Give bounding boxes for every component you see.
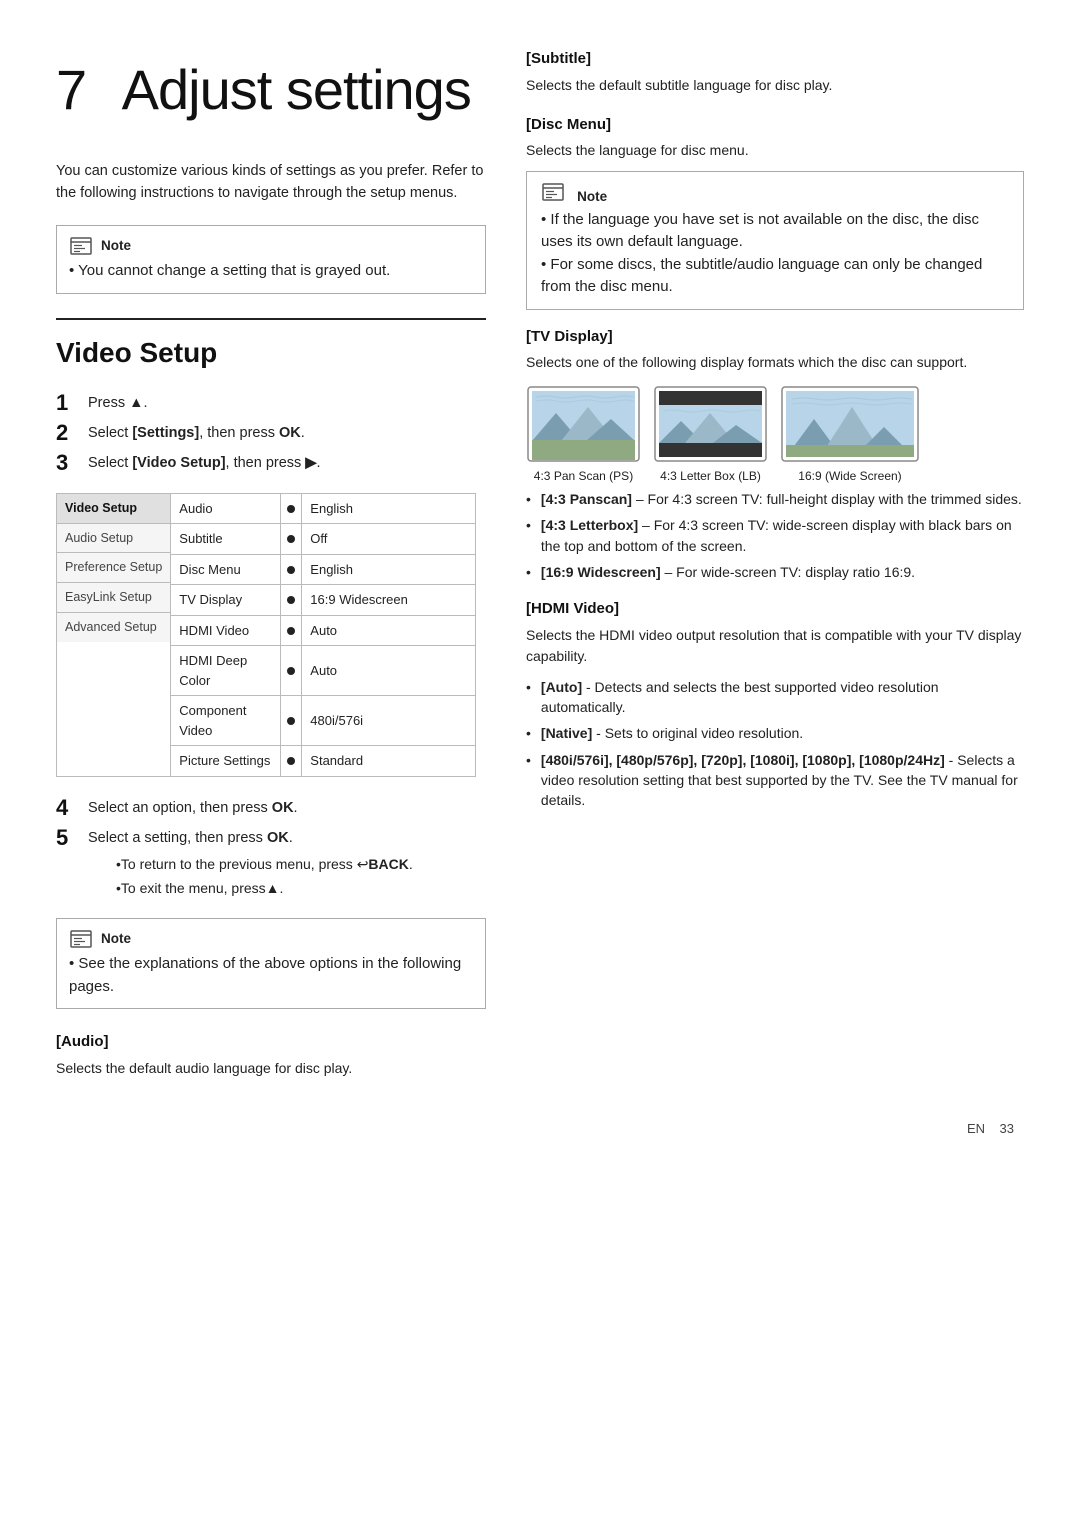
- tv-bullet-letterbox: [4:3 Letterbox] – For 4:3 screen TV: wid…: [526, 515, 1024, 556]
- page-footer: EN 33: [56, 1119, 1024, 1139]
- hdmi-video-desc: Selects the HDMI video output resolution…: [526, 625, 1024, 667]
- step-4: 4 Select an option, then press OK.: [56, 795, 486, 821]
- menu-sidebar-item-video_setup: Video Setup: [57, 494, 170, 524]
- tv-img-wide-screen: 16:9 (Wide Screen): [780, 385, 920, 485]
- hdmi-bullet-auto: [Auto] - Detects and selects the best su…: [526, 677, 1024, 718]
- video-setup-title: Video Setup: [56, 332, 486, 374]
- subtitle-desc: Selects the default subtitle language fo…: [526, 75, 1024, 96]
- hdmi-video-bullets: [Auto] - Detects and selects the best su…: [526, 677, 1024, 811]
- step-5: 5 Select a setting, then press OK. To re…: [56, 825, 486, 902]
- table-cell-dot: [281, 646, 302, 696]
- menu-sidebar-item-easylink_setup: EasyLink Setup: [57, 583, 170, 613]
- note-item: You cannot change a setting that is gray…: [69, 260, 469, 283]
- step-1: 1 Press ▲.: [56, 390, 486, 416]
- audio-heading: [Audio]: [56, 1031, 486, 1054]
- tv-label-pan-scan: 4:3 Pan Scan (PS): [526, 467, 641, 485]
- note-item-2: See the explanations of the above option…: [69, 953, 469, 998]
- hdmi-bullet-native: [Native] - Sets to original video resolu…: [526, 723, 1024, 743]
- subtitle-heading: [Subtitle]: [526, 48, 1024, 71]
- menu-sidebar-item-advanced_setup: Advanced Setup: [57, 613, 170, 642]
- table-cell-value: Standard: [302, 746, 476, 777]
- note-list-disc: If the language you have set is not avai…: [541, 209, 1009, 299]
- table-cell-value: 480i/576i: [302, 696, 476, 746]
- intro-text: You can customize various kinds of setti…: [56, 160, 486, 205]
- sub-steps: To return to the previous menu, press ↩ …: [88, 854, 413, 899]
- note-icon-1: [69, 236, 93, 256]
- tv-display-desc: Selects one of the following display for…: [526, 352, 1024, 373]
- page-title: 7 Adjust settings: [56, 48, 486, 132]
- table-cell-item: Subtitle: [171, 524, 281, 555]
- tv-img-letter-box: 4:3 Letter Box (LB): [653, 385, 768, 485]
- table-cell-value: English: [302, 493, 476, 524]
- disc-menu-desc: Selects the language for disc menu.: [526, 140, 1024, 161]
- note-icon-disc: [541, 182, 565, 202]
- steps-1-3: 1 Press ▲. 2 Select [Settings], then pre…: [56, 390, 486, 477]
- table-cell-item: Picture Settings: [171, 746, 281, 777]
- table-cell-item: Component Video: [171, 696, 281, 746]
- hdmi-video-heading: [HDMI Video]: [526, 598, 1024, 621]
- table-cell-value: Off: [302, 524, 476, 555]
- table-cell-dot: [281, 615, 302, 646]
- note-label-disc: Note: [577, 189, 607, 204]
- table-cell-dot: [281, 493, 302, 524]
- note-label-2: Note: [101, 929, 131, 949]
- table-cell-dot: [281, 524, 302, 555]
- table-cell-value: Auto: [302, 646, 476, 696]
- chapter-number: 7: [56, 58, 86, 121]
- tv-bullet-panscan: [4:3 Panscan] – For 4:3 screen TV: full-…: [526, 489, 1024, 509]
- menu-sidebar-item-audio_setup: Audio Setup: [57, 524, 170, 554]
- note-disc-item-2: For some discs, the subtitle/audio langu…: [541, 254, 1009, 299]
- table-cell-dot: [281, 585, 302, 616]
- audio-desc: Selects the default audio language for d…: [56, 1058, 486, 1079]
- disc-menu-section: [Disc Menu] Selects the language for dis…: [526, 114, 1024, 162]
- settings-table-wrapper: Video SetupAudio SetupPreference SetupEa…: [56, 493, 476, 777]
- menu-sidebar-item-preference_setup: Preference Setup: [57, 553, 170, 583]
- table-cell-dot: [281, 696, 302, 746]
- table-cell-item: TV Display: [171, 585, 281, 616]
- step-2: 2 Select [Settings], then press OK.: [56, 420, 486, 446]
- step-3: 3 Select [Video Setup], then press ▶.: [56, 450, 486, 476]
- table-cell-dot: [281, 746, 302, 777]
- section-divider: [56, 318, 486, 320]
- note-disc-box: Note If the language you have set is not…: [526, 171, 1024, 310]
- tv-display-section: [TV Display] Selects one of the followin…: [526, 326, 1024, 583]
- table-cell-item: Disc Menu: [171, 554, 281, 585]
- audio-section: [Audio] Selects the default audio langua…: [56, 1031, 486, 1079]
- note-list-2: See the explanations of the above option…: [69, 953, 469, 998]
- note-box-2: Note See the explanations of the above o…: [56, 918, 486, 1009]
- tv-display-bullets: [4:3 Panscan] – For 4:3 screen TV: full-…: [526, 489, 1024, 582]
- hdmi-video-section: [HDMI Video] Selects the HDMI video outp…: [526, 598, 1024, 810]
- table-cell-item: HDMI Video: [171, 615, 281, 646]
- tv-display-images: 4:3 Pan Scan (PS): [526, 385, 1024, 485]
- tv-img-pan-scan: 4:3 Pan Scan (PS): [526, 385, 641, 485]
- right-column: [Subtitle] Selects the default subtitle …: [526, 48, 1024, 1089]
- table-cell-value: 16:9 Widescreen: [302, 585, 476, 616]
- note-box-1: Note You cannot change a setting that is…: [56, 225, 486, 294]
- footer-page: 33: [1000, 1121, 1014, 1136]
- tv-label-letter-box: 4:3 Letter Box (LB): [653, 467, 768, 485]
- note-label-1: Note: [101, 236, 131, 256]
- disc-menu-heading: [Disc Menu]: [526, 114, 1024, 137]
- hdmi-bullet-resolutions: [480i/576i], [480p/576p], [720p], [1080i…: [526, 750, 1024, 811]
- note-list-1: You cannot change a setting that is gray…: [69, 260, 469, 283]
- tv-bullet-widescreen: [16:9 Widescreen] – For wide-screen TV: …: [526, 562, 1024, 582]
- table-cell-item: HDMI Deep Color: [171, 646, 281, 696]
- note-disc-item-1: If the language you have set is not avai…: [541, 209, 1009, 254]
- table-cell-value: Auto: [302, 615, 476, 646]
- table-cell-value: English: [302, 554, 476, 585]
- footer-lang: EN: [967, 1121, 985, 1136]
- note-icon-2: [69, 929, 93, 949]
- steps-4-5: 4 Select an option, then press OK. 5 Sel…: [56, 795, 486, 902]
- sub-step-exit: To exit the menu, press ▲.: [116, 878, 413, 899]
- left-column: 7 Adjust settings You can customize vari…: [56, 48, 486, 1089]
- tv-display-heading: [TV Display]: [526, 326, 1024, 349]
- subtitle-section: [Subtitle] Selects the default subtitle …: [526, 48, 1024, 96]
- sub-step-back: To return to the previous menu, press ↩ …: [116, 854, 413, 875]
- chapter-title: Adjust settings: [122, 58, 471, 121]
- table-cell-item: Audio: [171, 493, 281, 524]
- table-cell-dot: [281, 554, 302, 585]
- tv-label-wide-screen: 16:9 (Wide Screen): [780, 467, 920, 485]
